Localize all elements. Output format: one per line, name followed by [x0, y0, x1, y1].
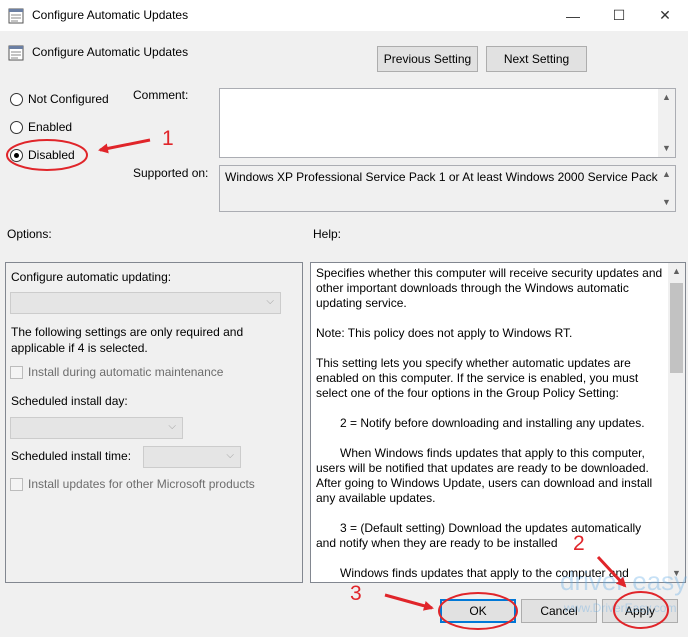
- watermark-text: driver easy: [560, 566, 687, 596]
- supported-on-value: Windows XP Professional Service Pack 1 o…: [225, 170, 668, 184]
- arrow-to-disabled: [98, 138, 151, 154]
- radio-not-configured[interactable]: Not Configured: [10, 90, 109, 108]
- maximize-button[interactable]: ☐: [596, 0, 642, 31]
- chevron-down-icon: ⌵: [168, 421, 176, 432]
- scroll-up-icon[interactable]: ▲: [658, 166, 675, 183]
- step-number-1: 1: [162, 127, 174, 150]
- minimize-icon: —: [566, 7, 580, 24]
- radio-label: Disabled: [28, 148, 75, 162]
- help-paragraph: When Windows finds updates that apply to…: [316, 446, 653, 505]
- install-time-dropdown[interactable]: ⌵: [143, 446, 241, 468]
- checkbox[interactable]: [10, 365, 23, 379]
- policy-setting-icon: [8, 8, 24, 24]
- step-number-3: 3: [350, 582, 362, 605]
- radio-circle-selected[interactable]: [10, 148, 23, 162]
- install-time-label: Scheduled install time:: [11, 449, 132, 463]
- install-day-label: Scheduled install day:: [11, 394, 128, 408]
- help-paragraph: This setting lets you specify whether au…: [316, 356, 639, 400]
- comment-textarea[interactable]: ▲ ▼: [219, 88, 676, 158]
- settings-note: The following settings are only required…: [11, 325, 244, 355]
- next-setting-button[interactable]: Next Setting: [486, 46, 587, 72]
- supported-on-label: Supported on:: [133, 166, 209, 180]
- options-heading: Options:: [7, 227, 52, 241]
- radio-label: Not Configured: [28, 92, 109, 106]
- scrollbar-thumb[interactable]: [670, 283, 683, 373]
- options-pane: Configure automatic updating: ⌵ The foll…: [5, 262, 303, 583]
- watermark-url: www.DriverEasy.com: [563, 601, 676, 615]
- policy-name: Configure Automatic Updates: [32, 45, 189, 59]
- ok-button[interactable]: OK: [440, 599, 516, 623]
- help-pane: Specifies whether this computer will rec…: [310, 262, 686, 583]
- chevron-down-icon: ⌵: [266, 296, 274, 307]
- arrow-to-ok: [384, 593, 434, 611]
- help-paragraph: 2 = Notify before downloading and instal…: [340, 416, 645, 430]
- radio-disabled[interactable]: Disabled: [10, 146, 75, 164]
- help-heading: Help:: [313, 227, 342, 241]
- help-scrollbar[interactable]: ▲ ▼: [668, 263, 685, 582]
- close-button[interactable]: ✕: [642, 0, 688, 31]
- supported-on-field: Windows XP Professional Service Pack 1 o…: [219, 165, 676, 212]
- checkbox-label: Install updates for other Microsoft prod…: [28, 477, 255, 491]
- install-maintenance-checkbox-row[interactable]: Install during automatic maintenance: [10, 365, 223, 379]
- help-paragraph: Note: This policy does not apply to Wind…: [316, 326, 573, 340]
- help-text: Specifies whether this computer will rec…: [316, 266, 664, 582]
- chevron-down-icon: ⌵: [226, 450, 234, 461]
- previous-setting-button[interactable]: Previous Setting: [377, 46, 478, 72]
- radio-circle[interactable]: [10, 120, 23, 134]
- comment-label: Comment:: [133, 88, 189, 102]
- policy-setting-icon: [8, 45, 24, 61]
- supported-scrollbar[interactable]: ▲ ▼: [658, 166, 675, 211]
- configure-updating-dropdown[interactable]: ⌵: [10, 292, 281, 314]
- radio-enabled[interactable]: Enabled: [10, 118, 72, 136]
- close-icon: ✕: [659, 7, 671, 23]
- radio-label: Enabled: [28, 120, 73, 134]
- help-paragraph: Specifies whether this computer will rec…: [316, 266, 663, 310]
- maximize-icon: ☐: [612, 7, 626, 23]
- install-day-dropdown[interactable]: ⌵: [10, 417, 183, 439]
- window-title: Configure Automatic Updates: [32, 8, 189, 22]
- help-paragraph: 3 = (Default setting) Download the updat…: [316, 521, 642, 550]
- comment-scrollbar[interactable]: ▲ ▼: [658, 89, 675, 157]
- watermark-logo: driver easy www.DriverEasy.com: [560, 566, 687, 615]
- radio-circle[interactable]: [10, 92, 23, 106]
- other-products-checkbox-row[interactable]: Install updates for other Microsoft prod…: [10, 477, 255, 491]
- scroll-up-icon[interactable]: ▲: [658, 89, 675, 106]
- checkbox[interactable]: [10, 477, 23, 491]
- scroll-down-icon[interactable]: ▼: [658, 140, 675, 157]
- scroll-up-icon[interactable]: ▲: [668, 263, 685, 280]
- minimize-button[interactable]: —: [550, 0, 596, 31]
- checkbox-label: Install during automatic maintenance: [28, 365, 224, 379]
- scroll-down-icon[interactable]: ▼: [658, 194, 675, 211]
- configure-updating-label: Configure automatic updating:: [11, 270, 172, 284]
